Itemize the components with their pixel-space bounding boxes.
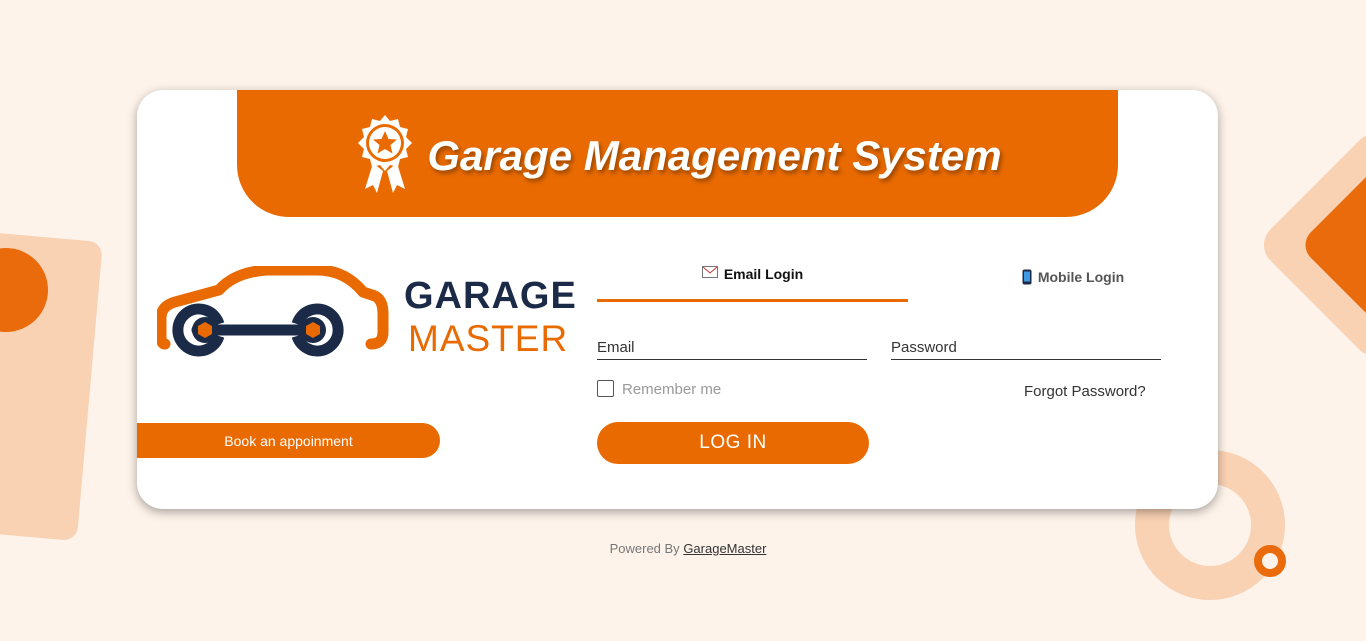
header-banner: Garage Management System — [237, 90, 1118, 217]
tab-email-login[interactable]: Email Login — [597, 266, 908, 302]
remember-me-checkbox[interactable] — [597, 380, 614, 397]
logo-word-master: MASTER — [408, 318, 569, 359]
password-field[interactable] — [891, 336, 1161, 360]
envelope-icon — [701, 266, 718, 278]
tab-mobile-login[interactable]: Mobile Login — [923, 266, 1223, 302]
footer-link-garagemaster[interactable]: GarageMaster — [683, 541, 766, 556]
tab-mobile-login-label: Mobile Login — [1037, 269, 1125, 285]
email-field[interactable] — [597, 336, 867, 360]
forgot-password-link[interactable]: Forgot Password? — [1024, 383, 1146, 400]
remember-me-label: Remember me — [622, 381, 722, 398]
award-ribbon-icon — [358, 114, 413, 193]
footer: Powered By GarageMaster — [0, 541, 1366, 556]
mobile-phone-icon — [1022, 269, 1032, 285]
tab-email-login-label: Email Login — [723, 266, 804, 282]
logo-word-garage: GARAGE — [404, 275, 577, 317]
login-button[interactable]: LOG IN — [597, 422, 869, 464]
footer-prefix: Powered By — [609, 541, 680, 556]
book-appointment-button[interactable]: Book an appoinment — [137, 423, 440, 458]
remember-me: Remember me — [597, 379, 721, 398]
login-card: Garage Management System GARAGE MASTER B… — [137, 90, 1218, 509]
page-title: Garage Management System — [427, 131, 1002, 179]
